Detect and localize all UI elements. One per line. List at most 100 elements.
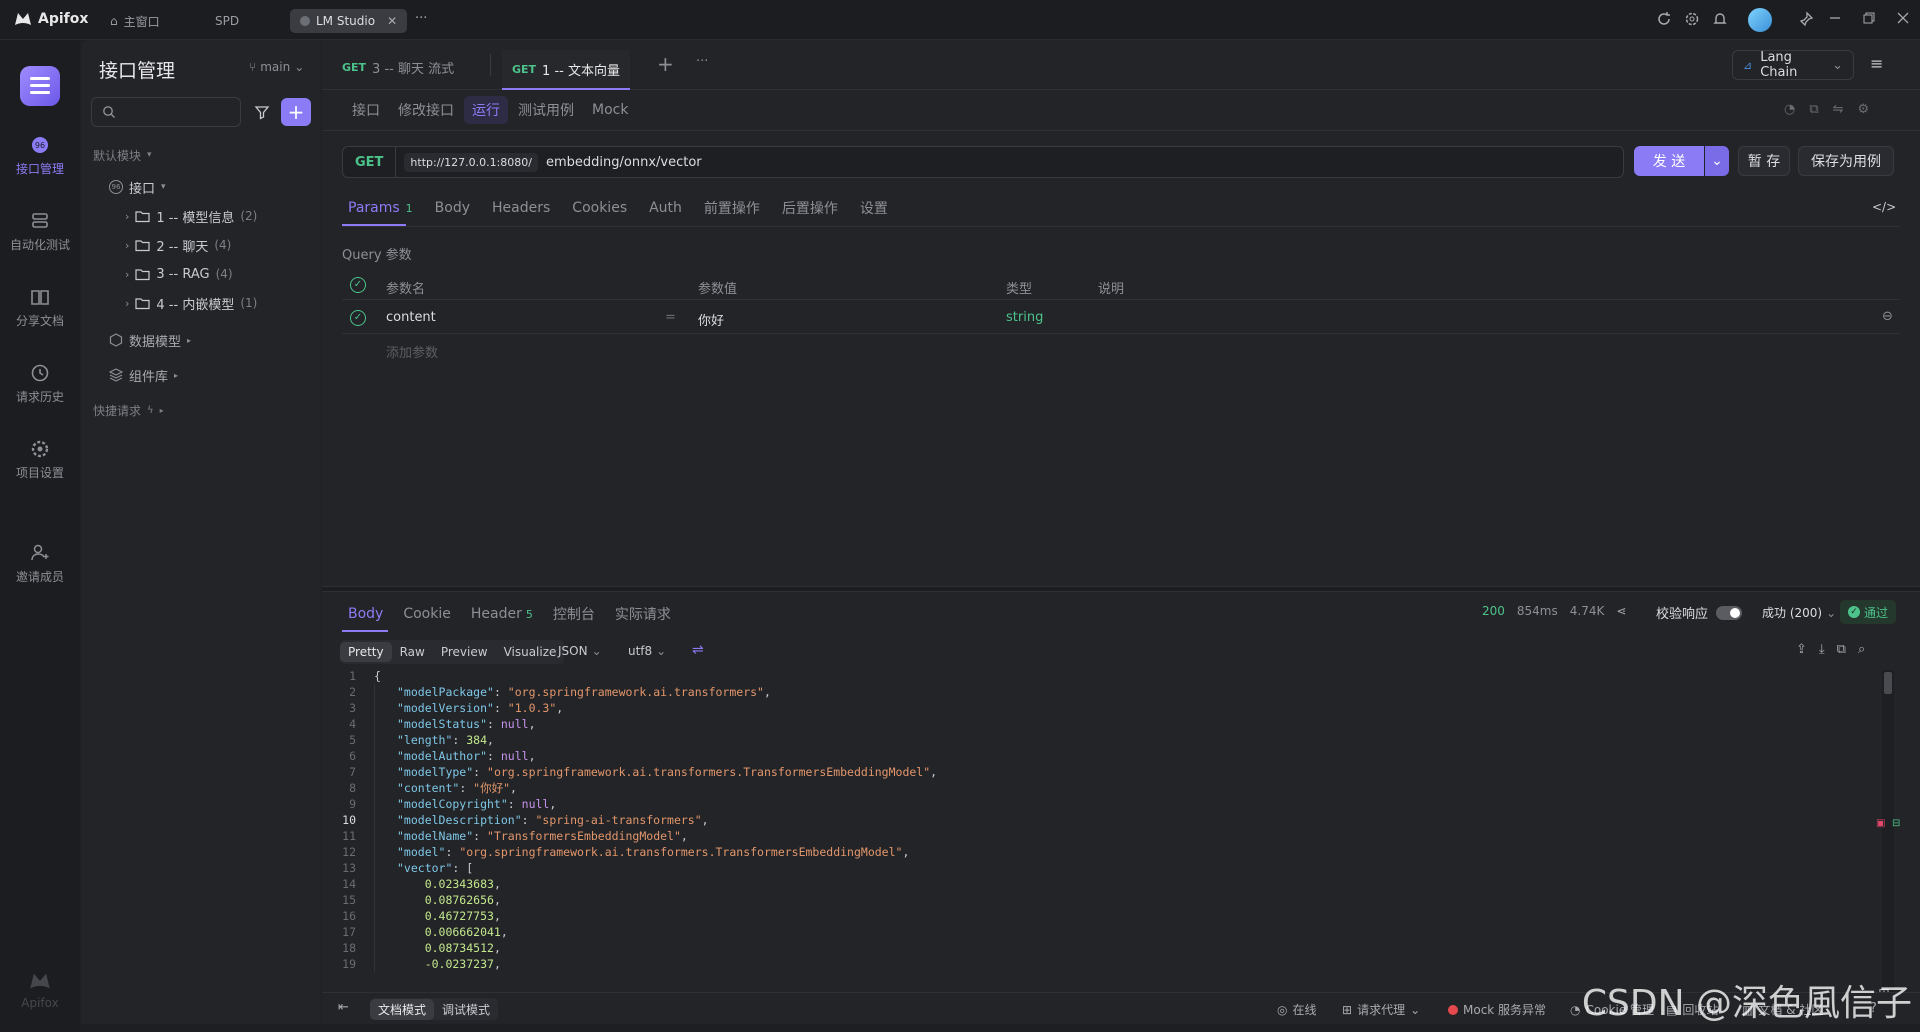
- debug-mode-button[interactable]: 调试模式: [434, 999, 498, 1020]
- tree-data-model[interactable]: 数据模型 ▸: [109, 327, 191, 353]
- param-name[interactable]: content: [386, 310, 436, 325]
- tab-lm-studio[interactable]: LM Studio ✕: [290, 9, 408, 33]
- rail-item-history[interactable]: 请求历史: [0, 362, 80, 405]
- doc-mode-button[interactable]: 文档模式: [370, 998, 435, 1020]
- request-proxy[interactable]: ⊞ 请求代理 ⌄: [1342, 1001, 1420, 1018]
- scrollbar-thumb[interactable]: [1884, 672, 1892, 694]
- mock-service-status[interactable]: Mock 服务异常: [1448, 1001, 1546, 1018]
- view-pretty[interactable]: Pretty: [340, 642, 392, 662]
- view-visualize[interactable]: Visualize: [496, 642, 565, 662]
- pin-icon[interactable]: [1798, 11, 1816, 29]
- tab-interface[interactable]: 接口: [344, 96, 388, 124]
- tab-params[interactable]: Params 1: [348, 200, 413, 216]
- code-icon[interactable]: </>: [1872, 200, 1896, 214]
- view-preview[interactable]: Preview: [433, 642, 496, 662]
- tree-folder[interactable]: › 1 -- 模型信息 (2): [125, 203, 257, 229]
- more-tabs-button[interactable]: ···: [415, 11, 427, 26]
- tab-edit-interface[interactable]: 修改接口: [390, 96, 462, 124]
- result-selector[interactable]: 成功 (200) ⌄: [1762, 604, 1836, 621]
- history-icon[interactable]: ◔: [1784, 102, 1795, 117]
- send-options-button[interactable]: ⌄: [1705, 146, 1729, 176]
- environment-selector[interactable]: ⊿ Lang Chain ⌄: [1732, 50, 1854, 80]
- add-param-placeholder[interactable]: 添加参数: [386, 342, 438, 361]
- encoding-selector[interactable]: utf8 ⌄: [628, 644, 666, 658]
- validate-toggle[interactable]: [1716, 605, 1743, 620]
- search-input[interactable]: [91, 97, 241, 127]
- avatar[interactable]: [1748, 8, 1772, 32]
- remove-row-icon[interactable]: ⊖: [1882, 309, 1893, 324]
- response-body-code[interactable]: 1{2 "modelPackage": "org.springframework.…: [332, 668, 1892, 1012]
- method-selector[interactable]: GET: [343, 147, 397, 177]
- tab-pre-processors[interactable]: 前置操作: [704, 198, 760, 218]
- default-module[interactable]: 默认模块 ▾: [93, 142, 152, 168]
- share-icon[interactable]: ⋖: [1616, 604, 1626, 618]
- tree-folder[interactable]: › 2 -- 聊天 (4): [125, 232, 231, 258]
- view-raw[interactable]: Raw: [392, 642, 433, 662]
- response-tab-cookie[interactable]: Cookie: [403, 606, 451, 622]
- settings-icon[interactable]: ⚙: [1858, 102, 1870, 117]
- minimize-icon[interactable]: [1828, 11, 1846, 29]
- save-as-case-button[interactable]: 保存为用例: [1798, 146, 1894, 176]
- upload-icon[interactable]: ⇪: [1796, 642, 1807, 657]
- copy-icon[interactable]: ⧉: [1809, 102, 1818, 117]
- tab-settings[interactable]: 设置: [860, 198, 888, 218]
- tree-components[interactable]: 组件库 ▸: [109, 362, 178, 388]
- send-button[interactable]: 发 送: [1634, 146, 1704, 176]
- settings-icon[interactable]: [1684, 11, 1702, 29]
- project-logo-icon[interactable]: [20, 66, 60, 106]
- scrollbar[interactable]: [1882, 670, 1894, 1008]
- online-status[interactable]: ◎ 在线: [1277, 1001, 1317, 1018]
- rail-item-api-management[interactable]: 96 接口管理: [0, 134, 80, 177]
- response-tab-actual-request[interactable]: 实际请求: [615, 604, 671, 624]
- rail-item-automation[interactable]: 自动化测试: [0, 210, 80, 253]
- rail-item-share-docs[interactable]: 分享文档: [0, 286, 80, 329]
- rail-item-invite-members[interactable]: 邀请成员: [0, 542, 80, 585]
- base-url[interactable]: http://127.0.0.1:8080/: [404, 152, 539, 172]
- tab-headers[interactable]: Headers: [492, 200, 550, 216]
- refresh-icon[interactable]: [1656, 11, 1674, 29]
- wrap-lines-icon[interactable]: ⇌: [692, 642, 704, 658]
- tab-cookies[interactable]: Cookies: [572, 200, 627, 216]
- collapse-sidebar-icon[interactable]: ⇤: [338, 1000, 349, 1015]
- tree-folder[interactable]: › 4 -- 内嵌模型 (1): [125, 290, 257, 316]
- panel-splitter[interactable]: [322, 586, 1920, 592]
- quick-request[interactable]: 快捷请求 ϟ ▸: [93, 397, 164, 423]
- tab-post-processors[interactable]: 后置操作: [782, 198, 838, 218]
- select-all-checkbox[interactable]: ✓: [350, 277, 366, 293]
- tab-mock[interactable]: Mock: [584, 98, 636, 122]
- row-checkbox[interactable]: ✓: [350, 310, 366, 326]
- save-temp-button[interactable]: 暂 存: [1738, 146, 1790, 176]
- tab-run[interactable]: 运行: [464, 96, 508, 124]
- close-window-icon[interactable]: [1896, 11, 1914, 29]
- menu-icon[interactable]: ≡: [1870, 54, 1883, 73]
- close-icon[interactable]: ✕: [387, 14, 397, 28]
- param-type[interactable]: string: [1006, 310, 1043, 325]
- response-tab-header[interactable]: Header 5: [471, 606, 533, 622]
- tab-test-cases[interactable]: 测试用例: [510, 96, 582, 124]
- format-selector[interactable]: JSON ⌄: [558, 644, 602, 658]
- tab-spd[interactable]: SPD: [205, 9, 249, 33]
- response-tab-console[interactable]: 控制台: [553, 604, 595, 624]
- tab-body[interactable]: Body: [435, 200, 470, 216]
- rail-item-project-settings[interactable]: 项目设置: [0, 438, 80, 481]
- search-icon[interactable]: ⌕: [1858, 642, 1865, 657]
- branch-selector[interactable]: ⑂ main ⌄: [249, 60, 304, 74]
- open-tab-active[interactable]: GET 1 -- 文本向量: [502, 50, 630, 90]
- bell-icon[interactable]: [1712, 11, 1730, 29]
- tree-api-group[interactable]: 96 接口 ▾: [109, 174, 166, 200]
- open-tab[interactable]: GET 3 -- 聊天 流式: [342, 58, 454, 77]
- response-tab-body[interactable]: Body: [348, 606, 383, 622]
- param-value[interactable]: 你好: [698, 310, 724, 329]
- copy-icon[interactable]: ⧉: [1837, 642, 1846, 657]
- add-button[interactable]: +: [281, 98, 311, 126]
- more-tabs-button[interactable]: ···: [696, 54, 708, 69]
- download-icon[interactable]: ⤓: [1819, 642, 1825, 657]
- tab-auth[interactable]: Auth: [649, 200, 682, 216]
- filter-button[interactable]: [249, 98, 275, 126]
- tab-main-window[interactable]: ⌂ 主窗口: [100, 9, 170, 33]
- restore-icon[interactable]: [1862, 11, 1880, 29]
- tree-folder[interactable]: › 3 -- RAG (4): [125, 261, 233, 287]
- new-tab-button[interactable]: +: [657, 52, 674, 76]
- url-path-input[interactable]: embedding/onnx/vector: [546, 155, 702, 170]
- share-icon[interactable]: ⇋: [1833, 102, 1844, 117]
